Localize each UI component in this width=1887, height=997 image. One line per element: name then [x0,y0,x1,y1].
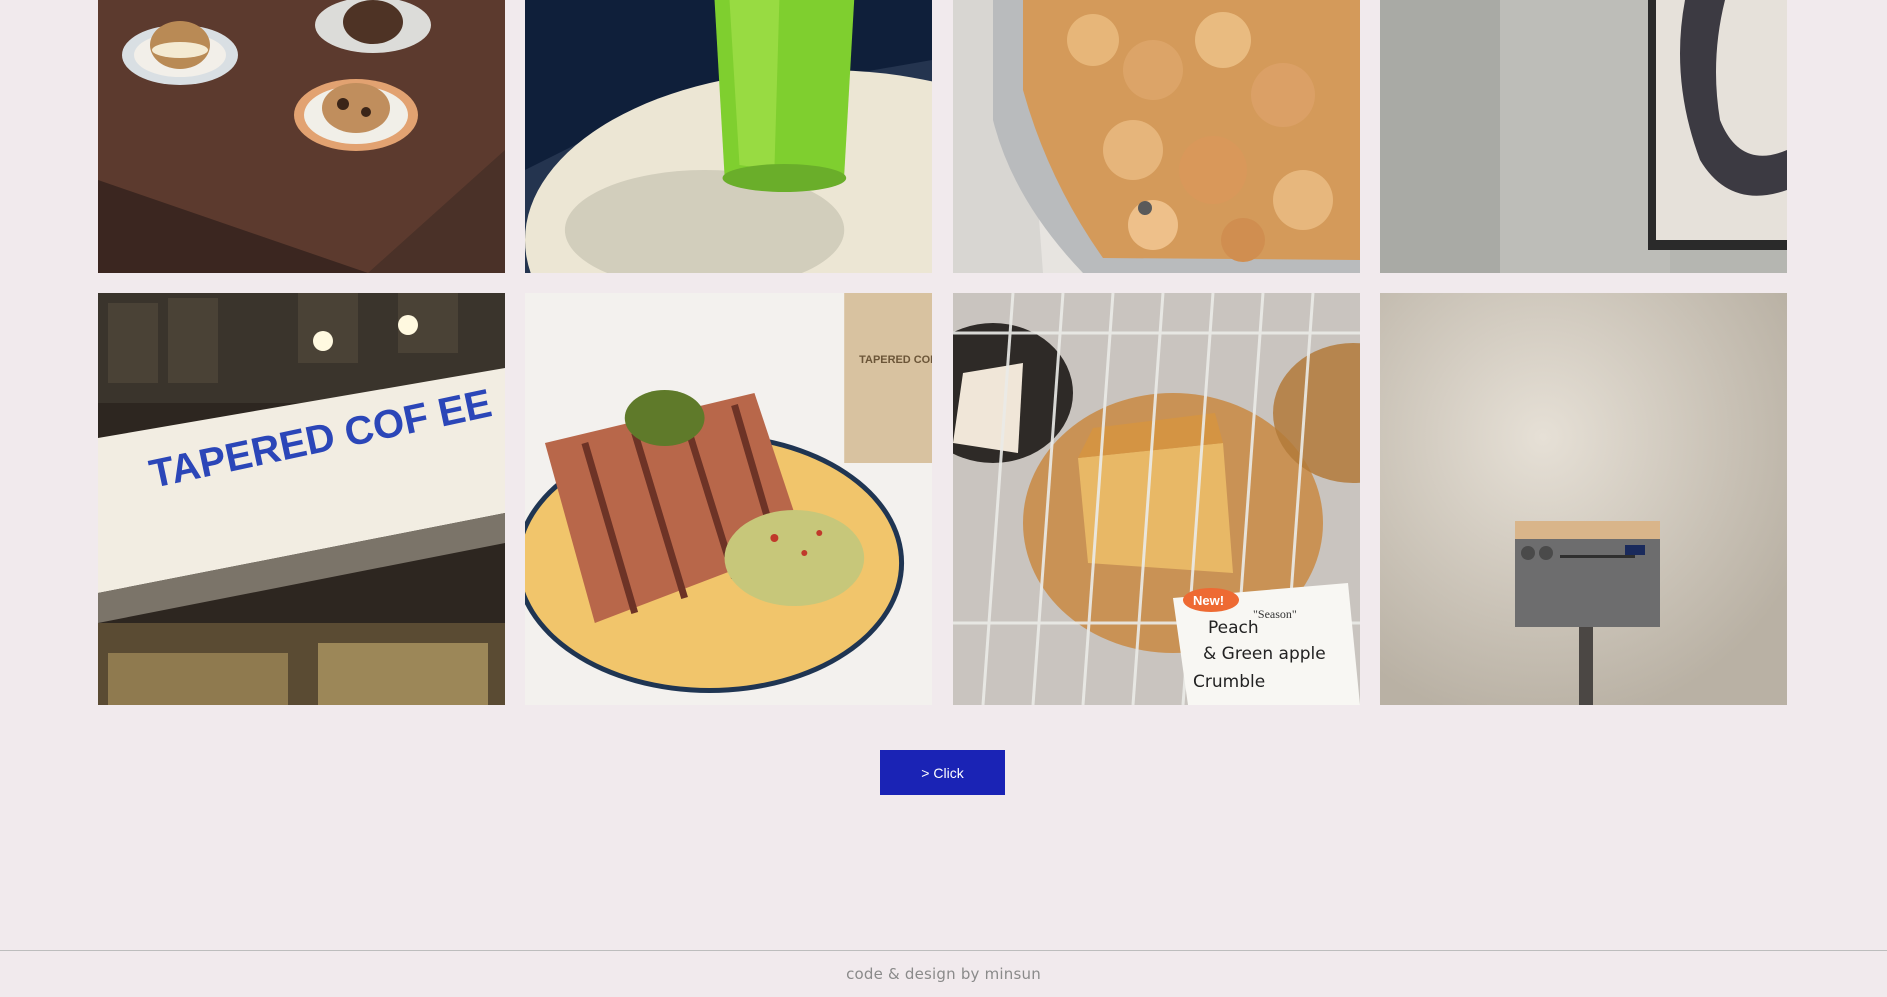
photo-baked-crumble[interactable] [953,0,1360,273]
photo-cafe-sign[interactable]: TAPERED COF EE [98,293,505,705]
rack-sign-line-2: & Green apple [1203,644,1326,664]
photo-pastries-on-plates[interactable] [98,0,505,273]
footer: code & design by minsun [0,950,1887,997]
photo-green-juice[interactable] [525,0,932,273]
photo-gallery: TAPERED COF EE TAPERED COFFEE [0,0,1887,997]
footer-credit: code & design by minsun [846,965,1041,983]
rack-sign-line-1: Peach [1208,618,1259,638]
photo-wall-art[interactable] [1380,0,1787,273]
more-button[interactable]: > Click [880,750,1005,795]
cup-text: TAPERED COFFEE [859,354,932,366]
rack-sign-season: "Season" [1253,607,1297,621]
rack-sign-new: New! [1193,593,1224,608]
photo-crumble-on-rack[interactable]: New! "Season" Peach & Green apple Crumbl… [953,293,1360,705]
rack-sign-line-3: Crumble [1193,672,1265,692]
photo-speaker-on-stand[interactable] [1380,293,1787,705]
photo-panini-plate[interactable]: TAPERED COFFEE [525,293,932,705]
